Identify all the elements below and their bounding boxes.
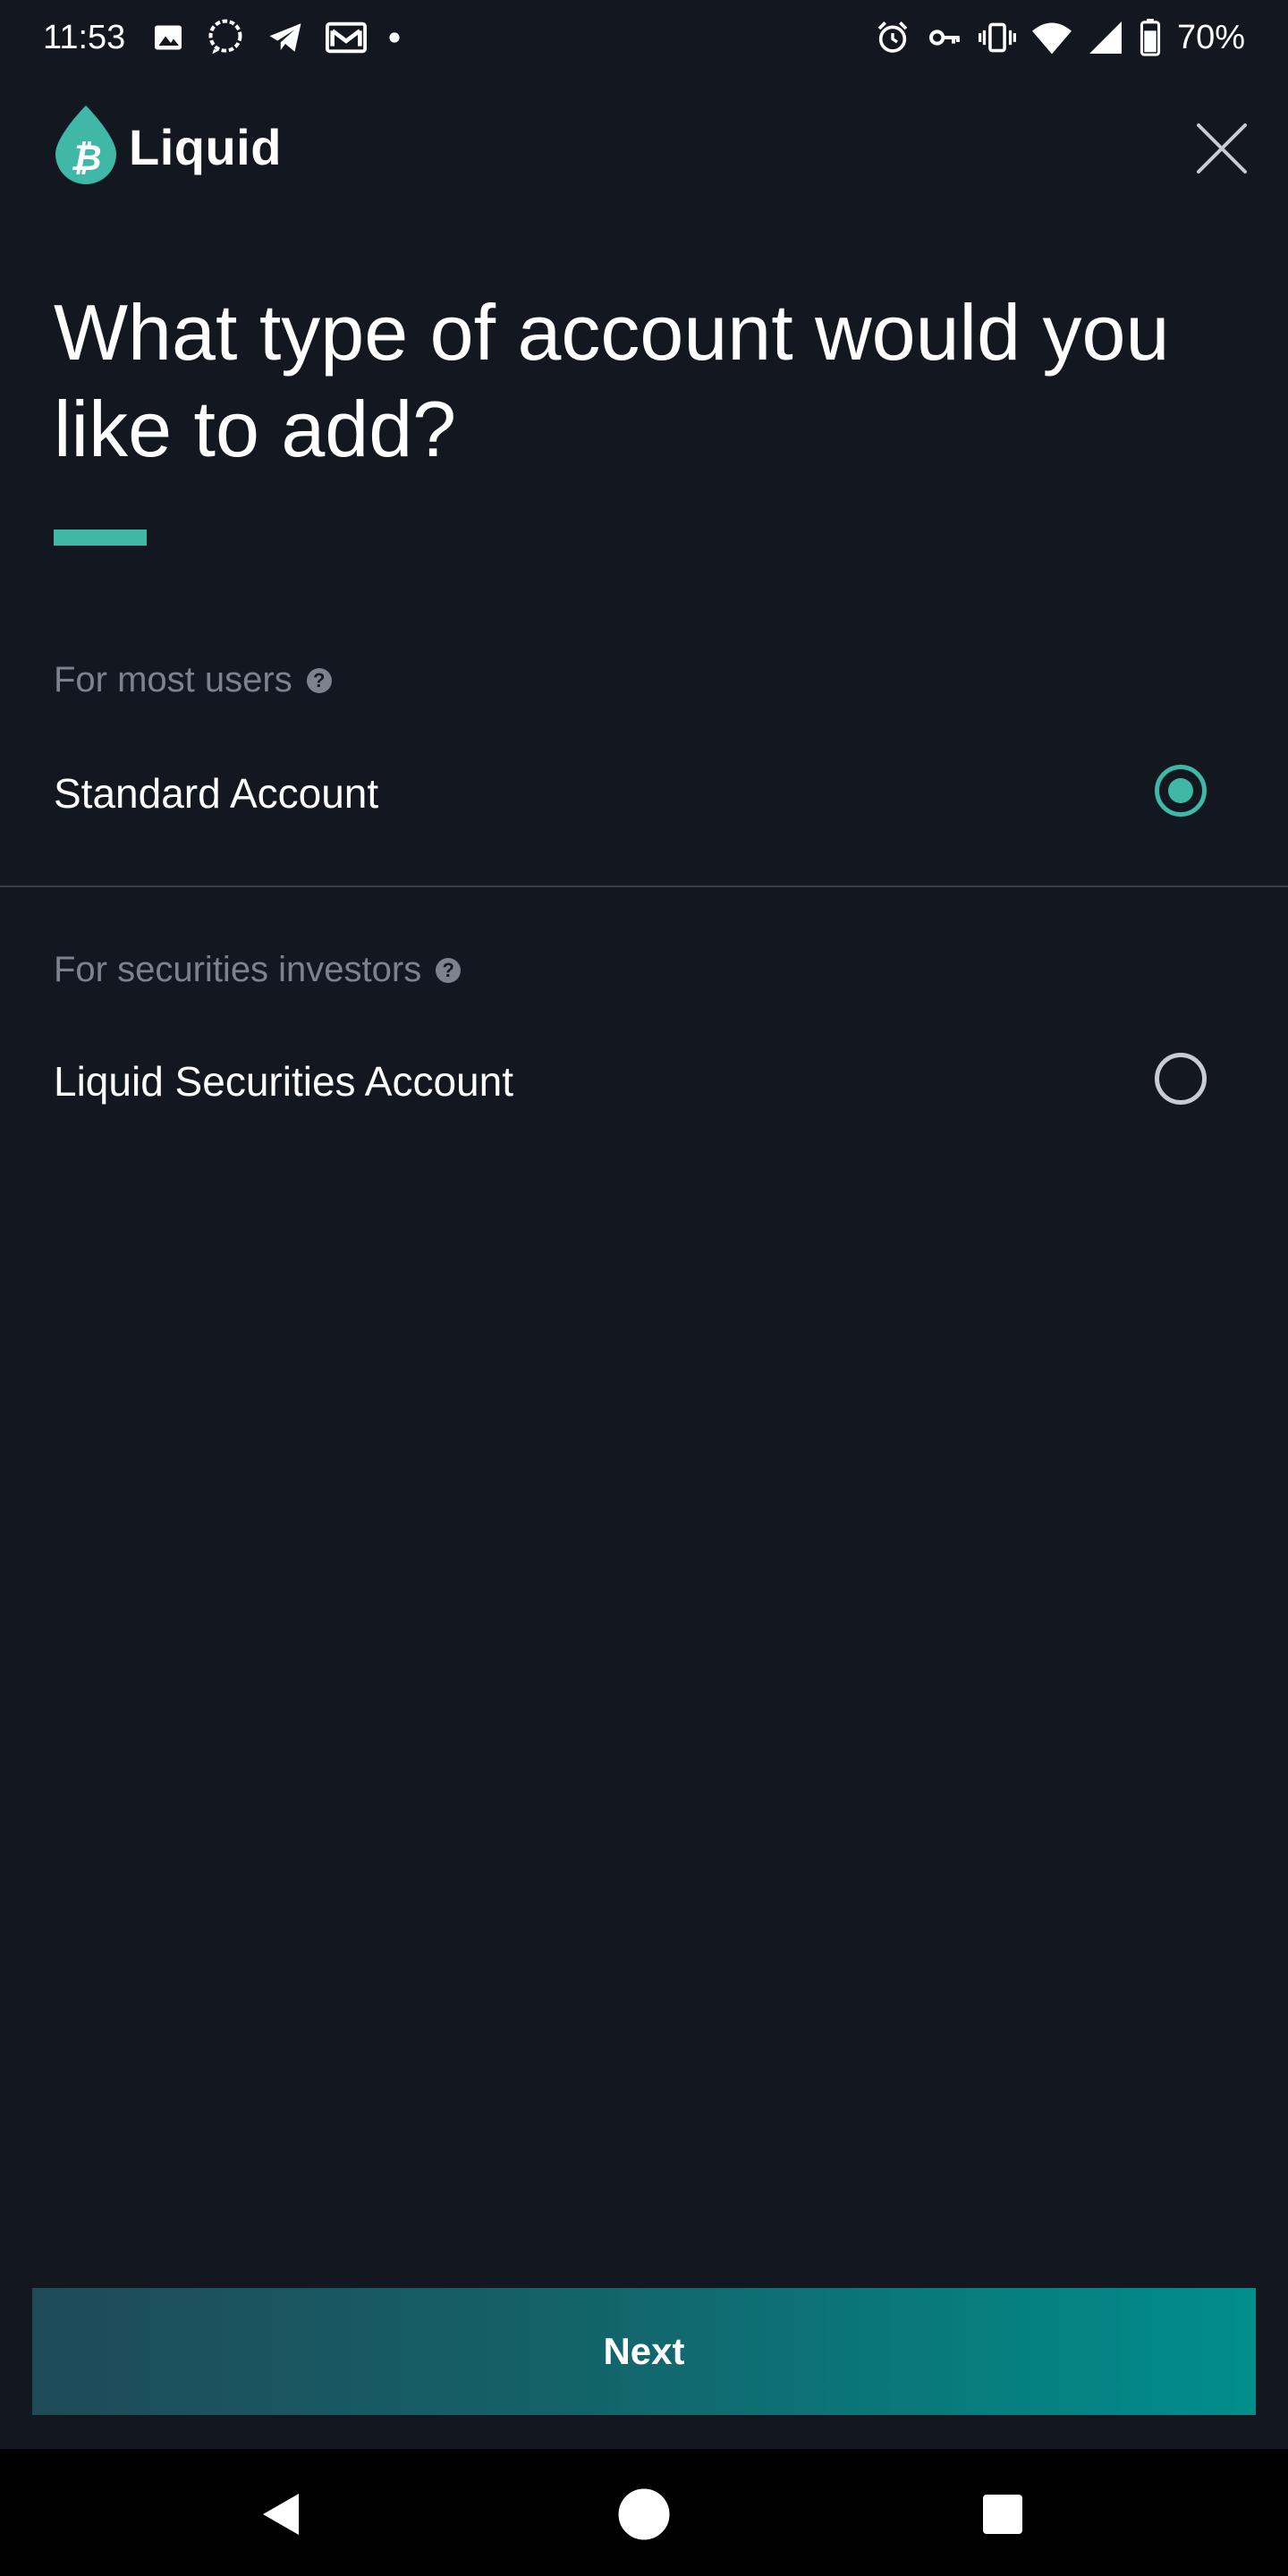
close-icon <box>1197 123 1247 174</box>
section-label-text: For securities investors <box>54 950 422 989</box>
close-button[interactable] <box>1193 120 1250 177</box>
radio-liquid-securities-account[interactable] <box>1155 1053 1207 1105</box>
chat-bubble-icon <box>206 18 245 57</box>
back-triangle-icon <box>263 2494 299 2535</box>
help-icon[interactable]: ? <box>436 957 462 983</box>
option-label: Liquid Securities Account <box>54 1058 513 1105</box>
home-button[interactable] <box>613 2483 675 2546</box>
svg-text:₿: ₿ <box>70 138 101 179</box>
mail-icon <box>326 20 368 55</box>
status-right: 70% <box>875 19 1245 57</box>
logo-text: Liquid <box>129 119 282 175</box>
option-liquid-securities-account[interactable]: Liquid Securities Account <box>0 1030 1288 1129</box>
section-label-most-users: For most users ? <box>54 660 332 700</box>
section-label-securities-investors: For securities investors ? <box>54 950 462 990</box>
navigation-bar <box>0 2449 1288 2576</box>
back-button[interactable] <box>249 2483 311 2546</box>
wifi-icon <box>1031 20 1072 55</box>
title-accent-bar <box>54 530 147 546</box>
signal-icon <box>1088 20 1123 55</box>
next-button[interactable]: Next <box>32 2288 1256 2415</box>
battery-percent: 70% <box>1176 18 1245 56</box>
option-label: Standard Account <box>54 770 379 817</box>
battery-icon <box>1140 19 1161 56</box>
divider <box>0 886 1288 887</box>
app-header: ₿ Liquid <box>0 98 1288 197</box>
help-icon[interactable]: ? <box>306 667 332 693</box>
bitcoin-drop-icon: ₿ <box>52 104 120 191</box>
key-icon <box>927 20 962 55</box>
status-bar: 11:53 70% <box>0 0 1288 75</box>
dot-icon <box>388 31 401 44</box>
home-circle-icon <box>618 2488 670 2540</box>
status-time: 11:53 <box>43 18 126 56</box>
radio-standard-account[interactable] <box>1155 765 1207 817</box>
page-title: What type of account would you like to a… <box>54 288 1170 473</box>
image-icon <box>152 21 184 54</box>
alarm-icon <box>875 20 911 55</box>
telegram-icon <box>267 19 304 56</box>
section-label-text: For most users <box>54 660 292 699</box>
option-standard-account[interactable]: Standard Account <box>0 742 1288 841</box>
recents-square-icon <box>983 2495 1022 2534</box>
logo: ₿ Liquid <box>52 104 282 191</box>
recents-button[interactable] <box>971 2483 1034 2546</box>
vibrate-icon <box>978 20 1016 55</box>
status-left: 11:53 <box>43 18 422 57</box>
